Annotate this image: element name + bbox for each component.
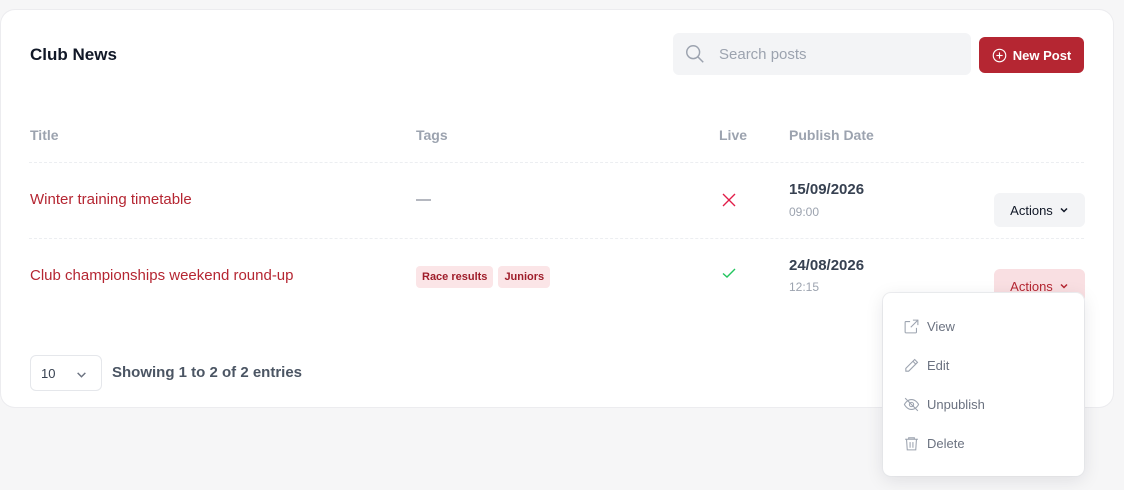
eye-off-icon bbox=[903, 397, 920, 411]
publish-date: 24/08/2026 bbox=[789, 257, 865, 274]
chevron-down-icon bbox=[1060, 207, 1068, 213]
actions-button[interactable]: Actions bbox=[994, 193, 1085, 227]
tag-list: Race results Juniors bbox=[416, 266, 551, 288]
publish-time: 09:00 bbox=[789, 205, 820, 219]
post-title-link[interactable]: Club championships weekend round-up bbox=[30, 267, 294, 284]
chevron-down-icon bbox=[1060, 283, 1068, 289]
column-header-live: Live bbox=[719, 127, 748, 143]
column-header-title: Title bbox=[30, 127, 59, 143]
trash-icon bbox=[905, 436, 918, 450]
page-size-value: 10 bbox=[41, 365, 56, 381]
menu-item-label: Delete bbox=[927, 435, 965, 451]
actions-dropdown-menu: View Edit Unpublish Delete bbox=[883, 293, 1084, 476]
column-header-tags: Tags bbox=[416, 127, 448, 143]
plus-circle-icon bbox=[992, 48, 1007, 62]
publish-date: 15/09/2026 bbox=[789, 181, 865, 198]
menu-item-unpublish[interactable]: Unpublish bbox=[903, 393, 985, 415]
menu-item-view[interactable]: View bbox=[903, 315, 955, 337]
search-icon bbox=[686, 45, 704, 63]
table-divider bbox=[29, 238, 1084, 239]
column-header-publish-date: Publish Date bbox=[789, 127, 874, 143]
entries-summary: Showing 1 to 2 of 2 entries bbox=[112, 364, 303, 381]
no-tags-dash: — bbox=[416, 191, 431, 208]
tag-badge: Juniors bbox=[498, 266, 551, 288]
actions-label: Actions bbox=[1010, 278, 1053, 294]
chevron-down-icon bbox=[77, 372, 86, 378]
table-divider bbox=[29, 162, 1084, 163]
menu-item-delete[interactable]: Delete bbox=[903, 432, 965, 454]
search-input[interactable] bbox=[719, 33, 959, 75]
tag-badge: Race results bbox=[416, 266, 494, 288]
pencil-icon bbox=[905, 358, 919, 372]
not-live-x-icon bbox=[722, 193, 736, 207]
menu-item-label: View bbox=[927, 318, 955, 334]
page-title: Club News bbox=[30, 45, 117, 64]
new-post-button[interactable]: New Post bbox=[979, 37, 1084, 73]
new-post-label: New Post bbox=[1012, 47, 1072, 63]
live-check-icon bbox=[722, 268, 736, 278]
publish-time: 12:15 bbox=[789, 280, 820, 294]
menu-item-label: Unpublish bbox=[927, 396, 985, 412]
external-link-icon bbox=[904, 319, 919, 333]
post-title-link[interactable]: Winter training timetable bbox=[30, 191, 192, 208]
menu-item-label: Edit bbox=[927, 357, 950, 373]
actions-label: Actions bbox=[1010, 202, 1053, 218]
menu-item-edit[interactable]: Edit bbox=[903, 354, 949, 376]
search-box[interactable] bbox=[673, 33, 971, 75]
page-size-select[interactable]: 10 bbox=[30, 355, 102, 391]
